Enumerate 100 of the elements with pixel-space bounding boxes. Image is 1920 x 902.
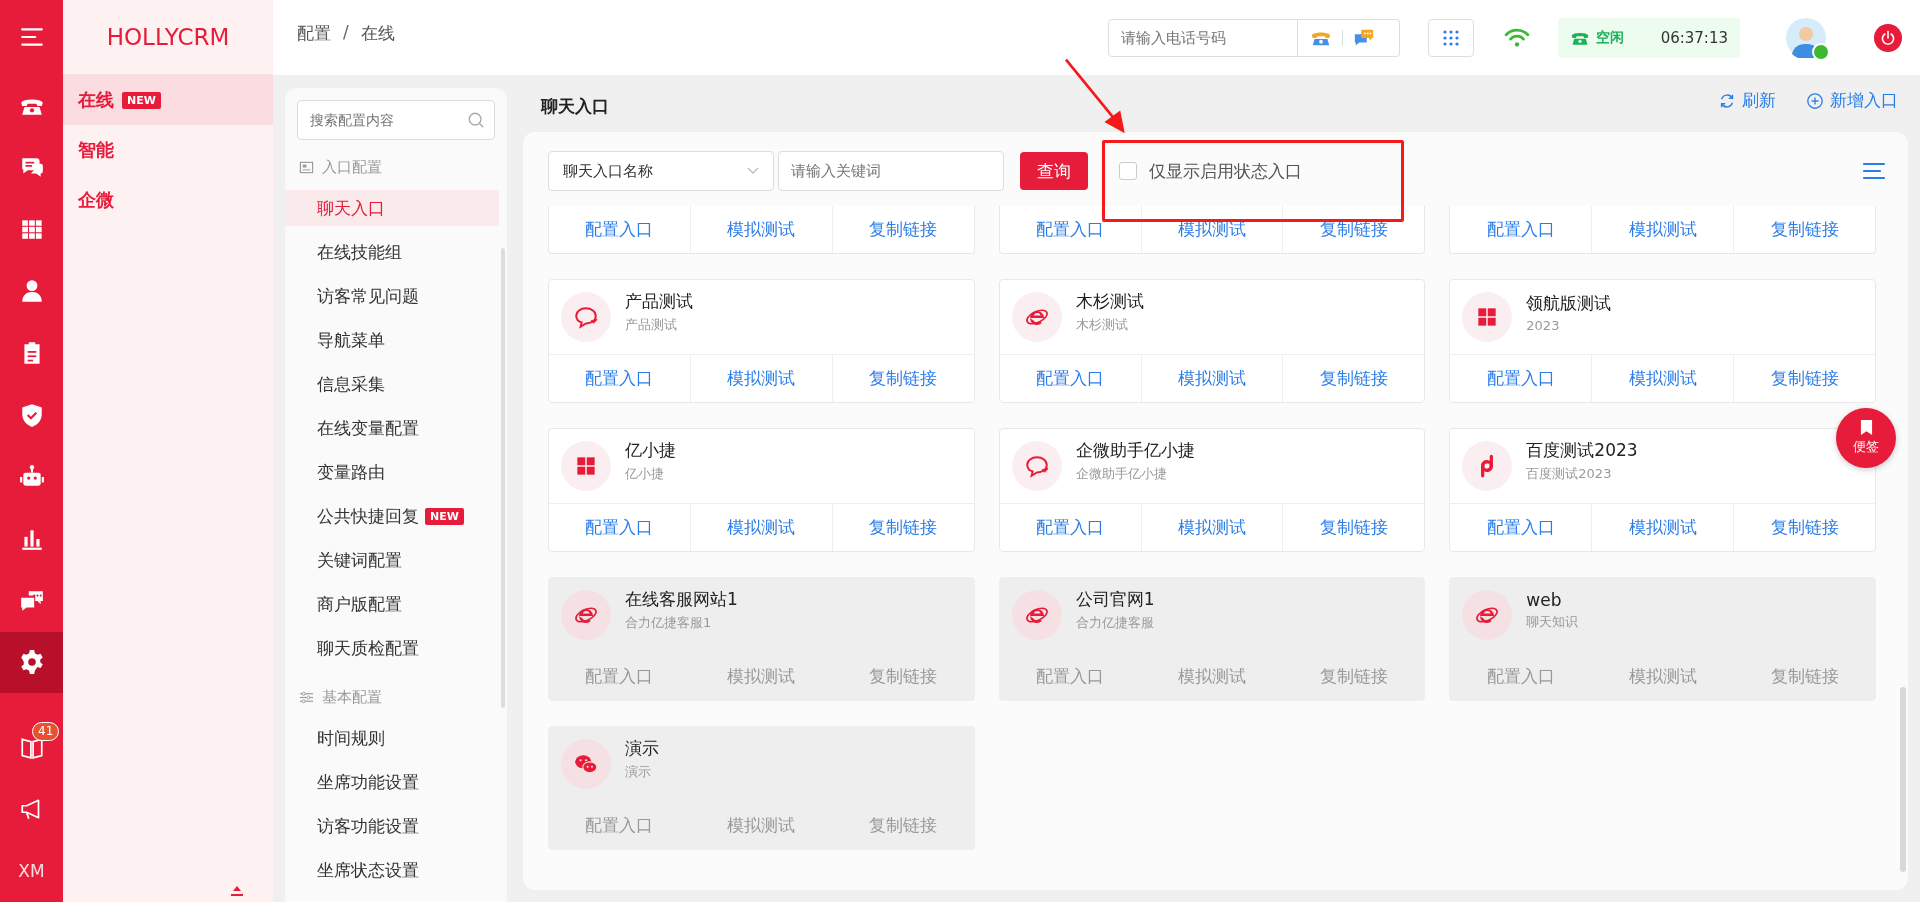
entry-action-link[interactable]: 配置入口	[999, 355, 1141, 402]
keyword-field[interactable]: 请输入关键词	[778, 151, 1004, 191]
entry-action-link[interactable]: 复制链接	[1282, 355, 1425, 402]
entry-description: 合力亿捷客服1	[625, 614, 713, 632]
rail-item[interactable]: 41	[0, 716, 63, 779]
entry-action-link[interactable]: 模拟测试	[1591, 653, 1734, 700]
config-menu-item[interactable]: 时间规则	[285, 720, 499, 756]
new-badge: NEW	[425, 507, 464, 525]
config-menu-item[interactable]: 在线技能组	[285, 234, 499, 270]
entry-description: 2023	[1526, 317, 1561, 333]
entry-action-link[interactable]: 复制链接	[831, 653, 974, 700]
entry-action-link[interactable]: 复制链接	[1733, 504, 1875, 551]
config-menu-item[interactable]: 聊天质检配置	[285, 630, 499, 666]
entry-action-link[interactable]: 配置入口	[999, 504, 1141, 551]
config-menu-item[interactable]: 信息采集	[285, 366, 499, 402]
entry-action-link[interactable]: 模拟测试	[1140, 355, 1283, 402]
entry-description: 木杉测试	[1075, 316, 1129, 334]
add-entry-button[interactable]: 新增入口	[1806, 89, 1898, 112]
entry-action-link[interactable]: 模拟测试	[1140, 504, 1283, 551]
config-search-field[interactable]: 搜索配置内容	[297, 100, 495, 140]
menu-group-label: 入口配置	[322, 157, 382, 177]
entry-action-link[interactable]: 模拟测试	[1140, 653, 1283, 700]
breadcrumb-item[interactable]: 配置	[297, 22, 331, 45]
entry-name: 百度测试2023	[1526, 439, 1638, 462]
config-menu-item[interactable]: 变量路由	[285, 454, 499, 490]
breadcrumb-item[interactable]: 在线	[360, 22, 395, 45]
entry-action-link[interactable]: 模拟测试	[1591, 355, 1734, 402]
chevron-down-icon	[747, 167, 759, 175]
name-select[interactable]: 聊天入口名称	[548, 151, 774, 191]
entry-action-link[interactable]: 配置入口	[549, 355, 690, 402]
entry-name: 领航版测试	[1526, 291, 1612, 315]
module-item[interactable]: 智能	[63, 125, 273, 175]
power-button[interactable]	[1874, 23, 1902, 52]
config-menu-item[interactable]: 商户版配置	[285, 586, 499, 622]
entry-action-link[interactable]: 配置入口	[549, 504, 690, 551]
collapse-icon[interactable]	[229, 886, 245, 896]
module-item[interactable]: 在线 NEW	[63, 75, 273, 125]
entry-description: 产品测试	[625, 316, 678, 334]
query-button[interactable]: 查询	[1020, 152, 1088, 190]
count-badge: 41	[32, 722, 60, 742]
status-timer: 06:37:13	[1660, 28, 1728, 47]
entry-name: 演示	[625, 737, 659, 760]
entry-action-link[interactable]: 复制链接	[1733, 653, 1875, 700]
entry-action-link[interactable]: 配置入口	[1450, 653, 1592, 700]
entry-action-link[interactable]: 模拟测试	[689, 802, 832, 849]
entry-name: 亿小捷	[625, 439, 676, 462]
checkbox[interactable]	[1119, 162, 1137, 180]
entry-action-link[interactable]: 复制链接	[831, 802, 974, 849]
entry-name: 产品测试	[625, 290, 693, 313]
settings-icon	[18, 649, 45, 676]
entry-action-link[interactable]: 复制链接	[1282, 504, 1425, 551]
config-menu-item[interactable]: 公共快捷回复 NEW	[285, 498, 499, 534]
config-menu-item[interactable]: 访客功能设置	[285, 808, 499, 844]
rail-item[interactable]: XM	[0, 840, 63, 902]
chat-bubble-icon	[573, 304, 599, 330]
config-menu-item[interactable]: 在线变量配置	[285, 410, 499, 446]
entry-action-link[interactable]: 配置入口	[1450, 355, 1592, 402]
search-icon[interactable]	[467, 111, 485, 129]
refresh-icon	[1718, 91, 1736, 110]
entry-action-link[interactable]: 模拟测试	[1591, 206, 1734, 253]
entry-action-link[interactable]: 模拟测试	[689, 355, 832, 402]
entry-action-link[interactable]: 复制链接	[1733, 206, 1875, 253]
entry-action-link[interactable]: 配置入口	[549, 802, 690, 849]
entry-action-link[interactable]: 配置入口	[1450, 504, 1592, 551]
entry-action-link[interactable]: 模拟测试	[689, 504, 832, 551]
entry-action-link[interactable]: 配置入口	[549, 653, 690, 700]
entry-action-link[interactable]: 模拟测试	[689, 206, 832, 253]
entry-action-link[interactable]: 复制链接	[1733, 355, 1875, 402]
phone-number-field[interactable]: 请输入电话号码	[1108, 18, 1298, 57]
config-menu-item[interactable]: 导航菜单	[285, 322, 499, 358]
config-menu-item[interactable]: 访客常见问题	[285, 278, 499, 314]
entry-name: 木杉测试	[1075, 290, 1144, 313]
config-menu-item[interactable]: 坐席状态设置	[285, 852, 499, 888]
config-menu-item[interactable]: 关键词配置	[285, 542, 499, 578]
entry-description: 聊天知识	[1526, 612, 1579, 631]
new-badge: NEW	[122, 91, 161, 109]
page-title: 聊天入口	[541, 95, 609, 118]
refresh-button[interactable]: 刷新	[1718, 89, 1776, 112]
list-menu-icon[interactable]	[1862, 161, 1886, 181]
entry-action-link[interactable]: 复制链接	[831, 206, 974, 253]
menu-group-label: 基本配置	[322, 687, 382, 707]
user-avatar[interactable]	[1786, 17, 1826, 58]
plus-circle-icon	[1806, 91, 1824, 110]
entry-action-link[interactable]: 模拟测试	[1591, 504, 1734, 551]
entry-action-link[interactable]: 模拟测试	[689, 653, 832, 700]
entry-action-link[interactable]: 复制链接	[1282, 653, 1425, 700]
config-menu-item[interactable]: 聊天入口	[285, 190, 499, 226]
entry-action-link[interactable]: 复制链接	[831, 504, 974, 551]
entry-action-link[interactable]: 配置入口	[999, 653, 1141, 700]
agent-status-panel[interactable]: 空闲 06:37:13	[1558, 17, 1740, 58]
rail-item[interactable]	[0, 631, 63, 694]
config-menu-item[interactable]: 坐席功能设置	[285, 764, 499, 800]
entry-action-link[interactable]: 配置入口	[1450, 206, 1592, 253]
entry-action-link[interactable]: 复制链接	[1282, 206, 1425, 253]
entry-action-link[interactable]: 复制链接	[831, 355, 974, 402]
module-item[interactable]: 企微	[63, 175, 273, 225]
entry-name: 公司官网1	[1075, 588, 1155, 611]
entry-action-link[interactable]: 配置入口	[549, 206, 690, 253]
entry-action-link[interactable]: 配置入口	[999, 206, 1141, 253]
entry-description: 合力亿捷客服	[1075, 614, 1155, 632]
